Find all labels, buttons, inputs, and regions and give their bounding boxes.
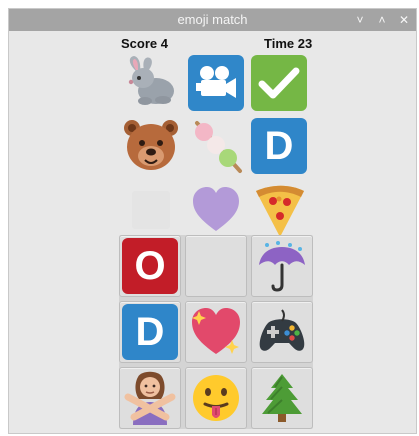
evergreen-tree-icon	[262, 374, 302, 422]
score-value: 4	[160, 36, 168, 51]
tile-rabbit[interactable]	[120, 52, 182, 114]
bear-icon	[124, 120, 178, 170]
rabbit-icon	[128, 56, 174, 105]
board-tile-face-with-tongue[interactable]	[185, 367, 247, 429]
umbrella-rain-icon	[259, 241, 305, 292]
tile-purple-heart[interactable]	[185, 179, 247, 241]
board-tile-game-controller[interactable]	[251, 301, 313, 363]
time-label: Time	[264, 36, 295, 51]
check-mark-background	[251, 55, 307, 111]
board-tile-umbrella[interactable]	[251, 235, 313, 297]
match-board: O D	[119, 235, 313, 429]
tile-bear[interactable]	[120, 115, 182, 177]
window-controls: ˅ ˄ ✕	[354, 9, 410, 31]
board-tile-person-gesturing-no[interactable]	[119, 367, 181, 429]
time-display: Time 23	[264, 36, 312, 51]
o-letter-icon: O	[122, 238, 178, 294]
square-icon	[132, 191, 170, 229]
movie-camera-icon	[196, 66, 236, 98]
time-value: 23	[297, 36, 313, 51]
maximize-button[interactable]: ˄	[376, 14, 388, 26]
game-controller-icon	[259, 309, 305, 351]
close-button[interactable]: ✕	[398, 14, 410, 26]
board-tile-evergreen-tree[interactable]	[251, 367, 313, 429]
tile-blank-square[interactable]	[120, 179, 182, 241]
board-tile-sparkling-heart[interactable]	[185, 301, 247, 363]
sparkling-heart-icon	[192, 308, 240, 354]
d-letter-icon: D	[122, 304, 178, 360]
score-label: Score	[121, 36, 158, 51]
window-title: emoji match	[177, 12, 248, 27]
purple-heart-icon	[193, 187, 239, 231]
window-titlebar[interactable]: emoji match ˅ ˄ ✕	[9, 9, 416, 31]
minimize-button[interactable]: ˅	[354, 14, 366, 26]
movie-camera-background	[188, 55, 244, 111]
app-window: emoji match ˅ ˄ ✕ Score 4 Time 23 D O D	[8, 8, 417, 434]
pizza-icon	[256, 185, 304, 237]
d-letter-icon: D	[251, 118, 307, 174]
face-with-tongue-icon	[193, 375, 239, 421]
tile-d-letter-upper[interactable]: D	[248, 115, 310, 177]
tile-dango[interactable]	[185, 115, 247, 177]
board-tile-o-letter[interactable]: O	[119, 235, 181, 297]
check-mark-icon	[258, 67, 300, 99]
person-gesturing-no-icon	[124, 371, 176, 425]
board-tile-empty[interactable]	[185, 235, 247, 297]
dango-icon	[195, 121, 242, 173]
tile-pizza[interactable]	[248, 179, 310, 241]
tile-movie-camera[interactable]	[185, 52, 247, 114]
board-tile-d-letter[interactable]: D	[119, 301, 181, 363]
tile-check-mark[interactable]	[248, 52, 310, 114]
score-display: Score 4	[121, 36, 168, 51]
